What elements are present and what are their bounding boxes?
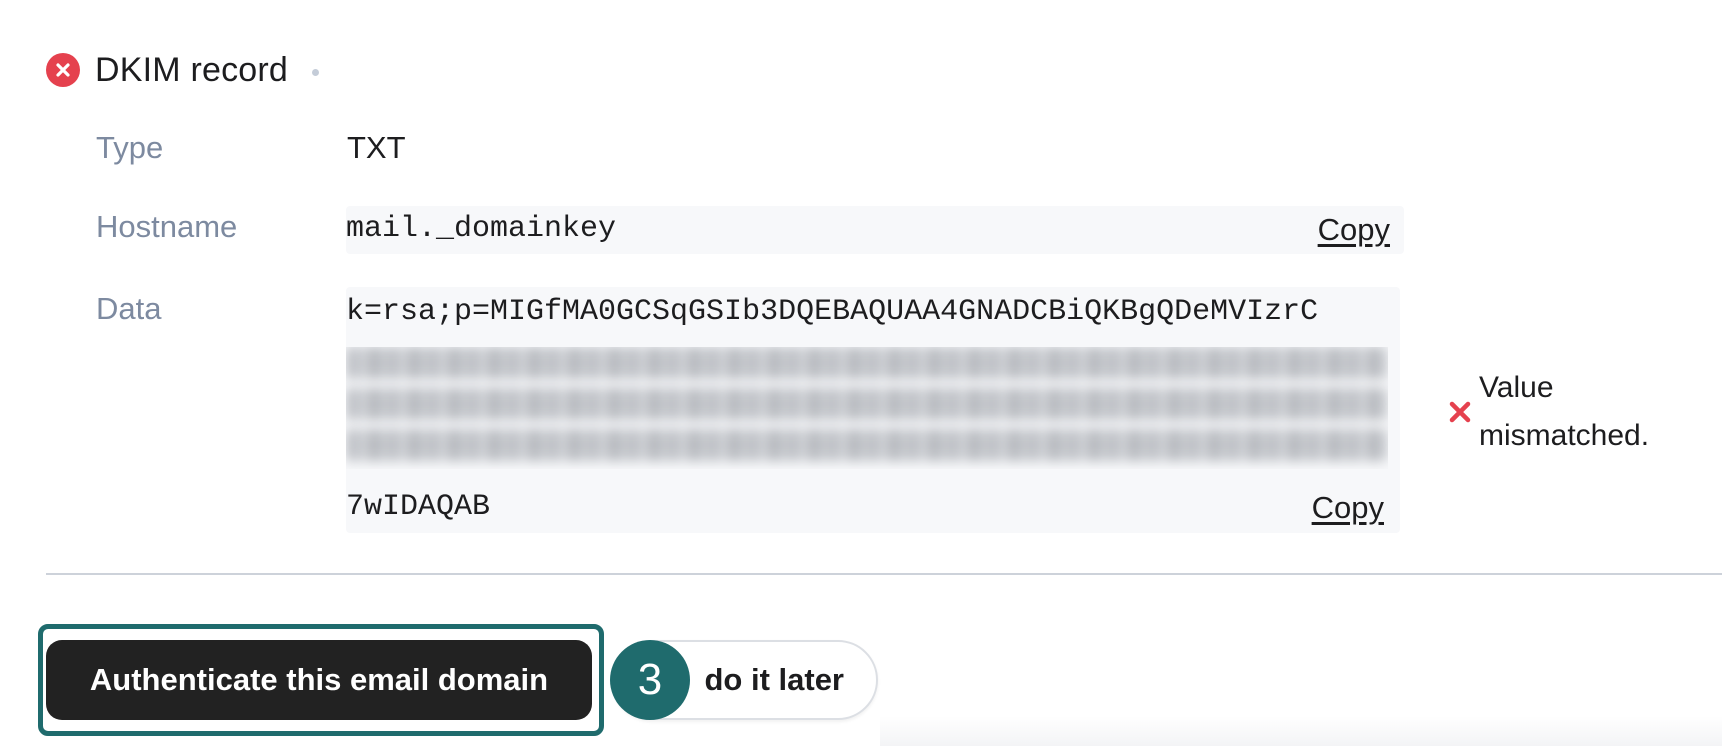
status-dot — [312, 68, 320, 76]
data-field: k=rsa;p=MIGfMA0GCSqGSIb3DQEBAQUAA4GNADCB… — [346, 287, 1400, 533]
data-label: Data — [96, 291, 162, 326]
type-label: Type — [96, 130, 164, 165]
data-copy-link[interactable]: Copy — [1312, 490, 1384, 526]
hostname-copy-link[interactable]: Copy — [1318, 212, 1390, 248]
dkim-record-header: DKIM record — [46, 48, 320, 92]
divider — [46, 573, 1722, 575]
hostname-label: Hostname — [96, 209, 238, 244]
error-circle-icon — [46, 53, 80, 87]
data-value-first-line: k=rsa;p=MIGfMA0GCSqGSIb3DQEBAQUAA4GNADCB… — [346, 295, 1319, 329]
x-icon — [1449, 401, 1471, 423]
redacted-data-value — [346, 347, 1388, 469]
validation-message: Value mismatched. — [1447, 364, 1699, 460]
mismatch-text: Value mismatched. — [1479, 371, 1650, 452]
data-value-last-line: 7wIDAQAB — [346, 490, 491, 524]
footer-fade — [880, 716, 1722, 746]
type-value: TXT — [347, 130, 406, 165]
hostname-value: mail._domainkey — [346, 212, 617, 246]
step-number-badge: 3 — [610, 640, 690, 720]
hostname-field: mail._domainkey Copy — [346, 206, 1404, 254]
authenticate-domain-button[interactable]: Authenticate this email domain — [46, 640, 592, 720]
record-title: DKIM record — [95, 50, 289, 89]
